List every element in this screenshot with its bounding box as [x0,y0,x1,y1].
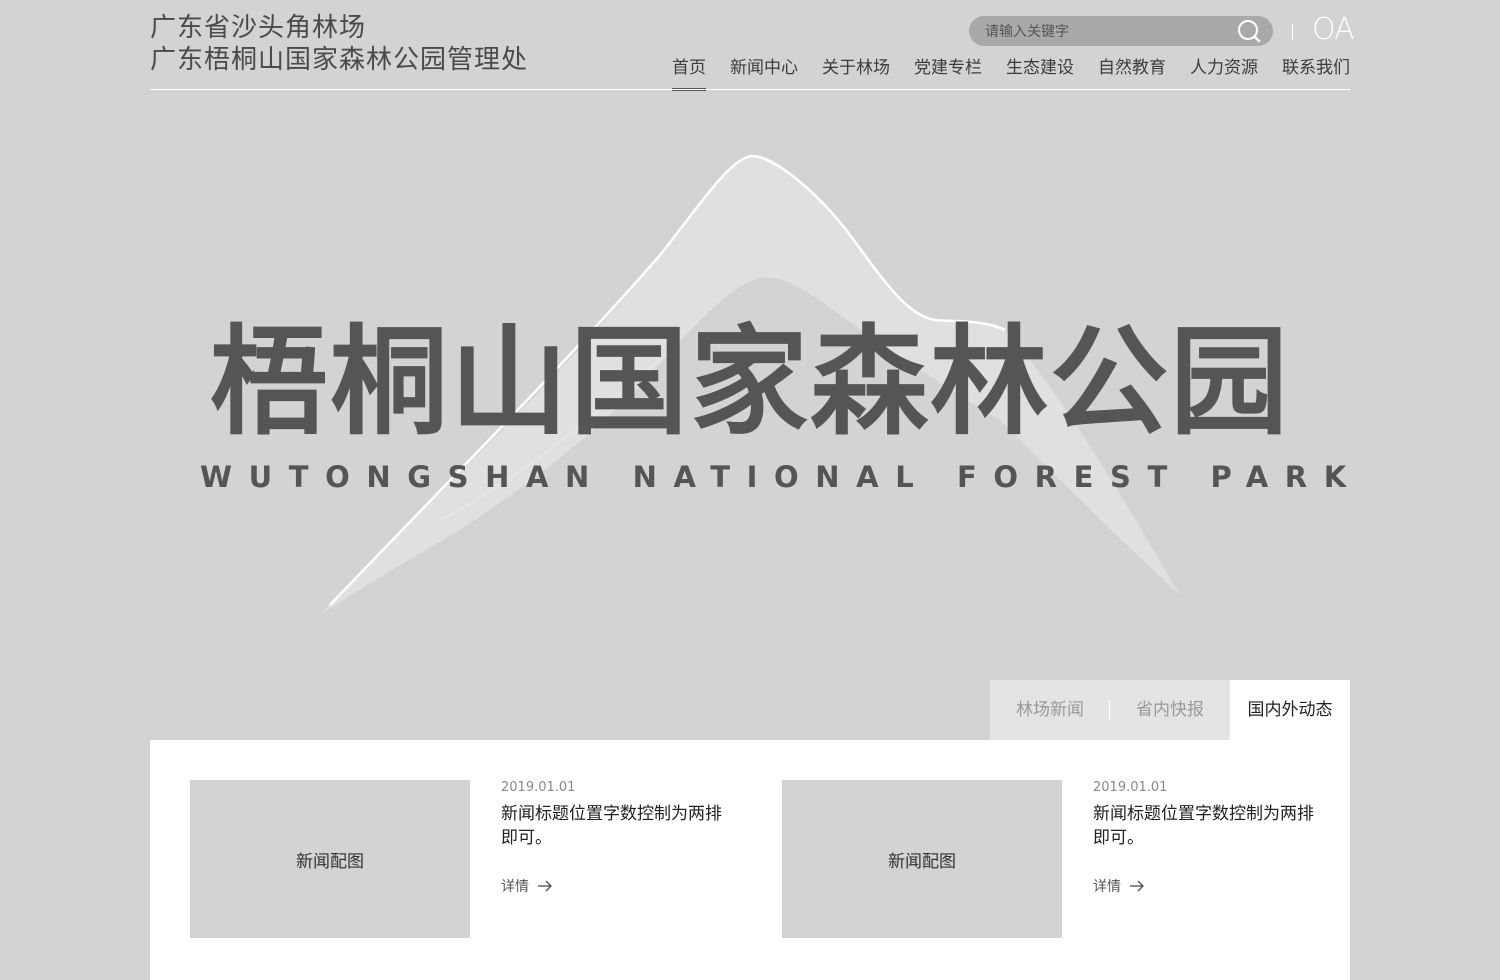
tab-forest-news[interactable]: 林场新闻 [990,680,1110,740]
oa-link[interactable]: OA [1312,12,1355,47]
tab-provincial-news[interactable]: 省内快报 [1110,680,1230,740]
nav-item-home[interactable]: 首页 [672,56,706,91]
nav-item-news-center[interactable]: 新闻中心 [730,56,798,90]
news-thumbnail[interactable]: 新闻配图 [782,780,1062,938]
hero-subtitle: WUTONGSHAN NATIONAL FOREST PARK [200,460,1363,494]
tab-divider [1109,700,1110,720]
arrow-right-icon [538,880,552,892]
main-nav: 首页 新闻中心 关于林场 党建专栏 生态建设 自然教育 人力资源 联系我们 [648,56,1350,91]
news-panel: 新闻配图 2019.01.01 新闻标题位置字数控制为两排即可。 详情 新闻配图… [150,740,1350,980]
search-box [969,16,1273,48]
search-input[interactable] [983,16,1237,48]
news-more-label: 详情 [501,879,529,895]
site-header: 广东省沙头角林场 广东梧桐山国家森林公园管理处 OA 首页 新闻中心 关于林场 … [150,0,1355,91]
hero-title: 梧桐山国家森林公园 [209,312,1290,451]
news-card: 新闻配图 2019.01.01 新闻标题位置字数控制为两排即可。 详情 [782,780,1342,938]
nav-item-ecology[interactable]: 生态建设 [1006,56,1074,90]
hero-banner: 梧桐山国家森林公园 WUTONGSHAN NATIONAL FOREST PAR… [0,90,1500,680]
nav-item-about[interactable]: 关于林场 [822,56,890,90]
tab-domestic-international[interactable]: 国内外动态 [1230,680,1350,740]
nav-item-contact[interactable]: 联系我们 [1282,56,1350,90]
news-card: 新闻配图 2019.01.01 新闻标题位置字数控制为两排即可。 详情 [190,780,750,938]
news-title[interactable]: 新闻标题位置字数控制为两排即可。 [501,802,731,850]
news-thumbnail[interactable]: 新闻配图 [190,780,470,938]
news-date: 2019.01.01 [1093,780,1168,795]
news-date: 2019.01.01 [501,780,576,795]
news-tabs: 林场新闻 省内快报 国内外动态 [990,680,1350,740]
brand-logo[interactable]: 广东省沙头角林场 广东梧桐山国家森林公园管理处 [150,12,528,76]
search-icon[interactable] [1237,19,1263,43]
news-more-link[interactable]: 详情 [501,876,553,896]
news-thumbnail-label: 新闻配图 [888,851,956,872]
news-more-link[interactable]: 详情 [1093,876,1145,896]
news-thumbnail-label: 新闻配图 [296,851,364,872]
header-divider [1292,24,1293,40]
nav-item-party-building[interactable]: 党建专栏 [914,56,982,90]
news-title[interactable]: 新闻标题位置字数控制为两排即可。 [1093,802,1323,850]
nav-item-human-resources[interactable]: 人力资源 [1190,56,1258,90]
news-more-label: 详情 [1093,879,1121,895]
brand-name-line1: 广东省沙头角林场 [150,13,367,43]
brand-name-line2: 广东梧桐山国家森林公园管理处 [150,45,529,75]
arrow-right-icon [1130,880,1144,892]
nav-item-nature-education[interactable]: 自然教育 [1098,56,1166,90]
